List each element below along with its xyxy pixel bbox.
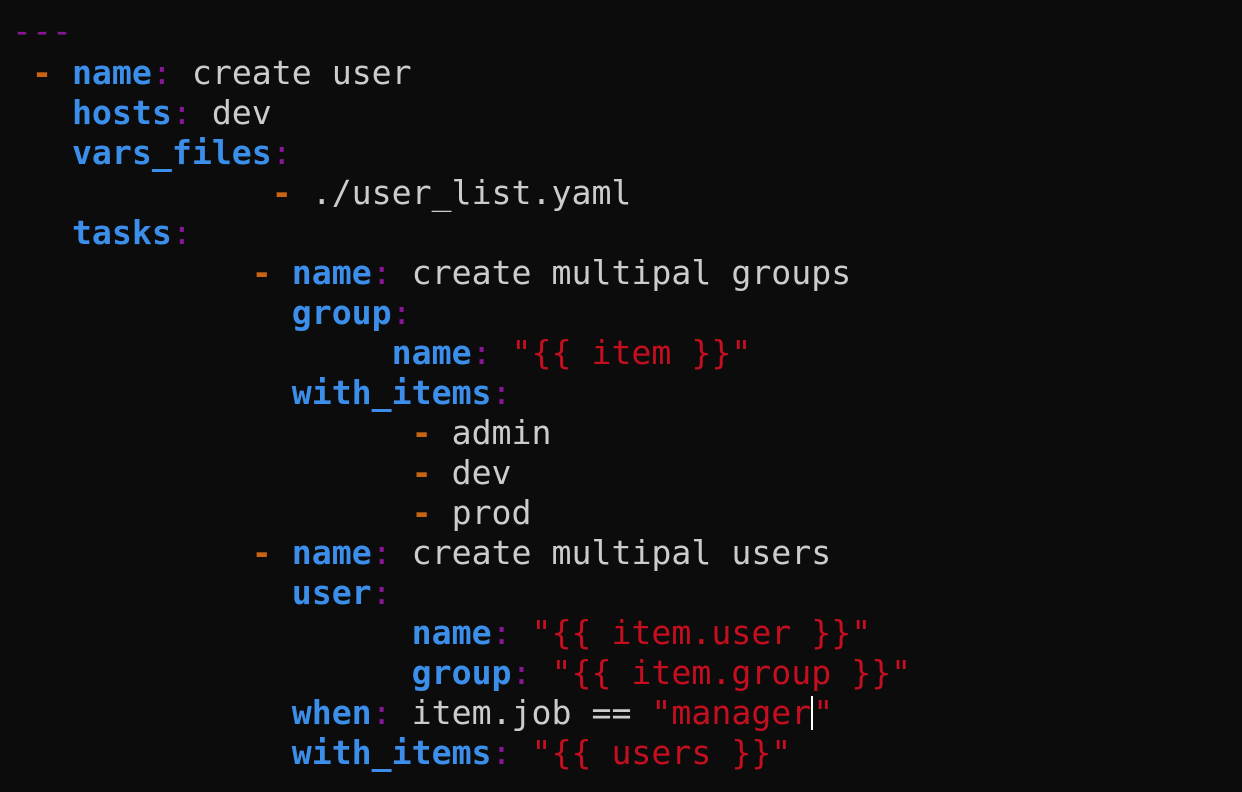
code-line[interactable]: vars_files: <box>12 133 292 173</box>
code-line[interactable]: user: <box>12 573 392 613</box>
yaml-key: vars_files <box>71 133 272 172</box>
list-dash: - <box>271 173 292 212</box>
document-start-text: --- <box>12 11 72 50</box>
yaml-value: prod <box>451 493 532 532</box>
colon: : <box>371 253 392 292</box>
yaml-value: dev <box>211 93 272 132</box>
list-dash: - <box>251 533 272 572</box>
colon: : <box>371 533 392 572</box>
yaml-value: create multipal users <box>411 533 832 572</box>
yaml-key: group <box>291 293 392 332</box>
yaml-value: ./user_list.yaml <box>311 173 632 212</box>
empty-line-tilde: ~ <box>12 779 32 792</box>
yaml-key: user <box>291 573 372 612</box>
list-dash: - <box>251 253 272 292</box>
yaml-key: with_items <box>291 733 492 772</box>
list-dash: - <box>411 453 432 492</box>
colon: : <box>271 133 292 172</box>
code-line[interactable]: - admin <box>12 413 552 453</box>
colon: : <box>511 653 532 692</box>
yaml-key: with_items <box>291 373 492 412</box>
yaml-value: create multipal groups <box>411 253 852 292</box>
code-line[interactable]: name: "{{ item.user }}" <box>12 613 872 653</box>
colon: : <box>151 53 172 92</box>
colon: : <box>471 333 492 372</box>
yaml-key: name <box>291 533 372 572</box>
yaml-key: group <box>411 653 512 692</box>
yaml-key: name <box>391 333 472 372</box>
list-dash: - <box>31 53 52 92</box>
code-line[interactable]: group: <box>12 293 412 333</box>
yaml-value: create user <box>191 53 412 92</box>
colon: : <box>371 693 392 732</box>
code-line[interactable]: group: "{{ item.group }}" <box>12 653 912 693</box>
code-line[interactable]: - prod <box>12 493 532 533</box>
yaml-key: name <box>411 613 492 652</box>
code-line[interactable]: - ./user_list.yaml <box>12 173 632 213</box>
yaml-key: hosts <box>71 93 172 132</box>
code-line[interactable]: when: item.job == "manager" <box>12 693 834 733</box>
list-dash: - <box>411 493 432 532</box>
yaml-value: item.job == <box>411 693 652 732</box>
list-dash: - <box>411 413 432 452</box>
yaml-key: tasks <box>71 213 172 252</box>
yaml-key: name <box>71 53 152 92</box>
colon: : <box>371 573 392 612</box>
colon: : <box>391 293 412 332</box>
yaml-value: dev <box>451 453 512 492</box>
code-line[interactable]: - name: create user <box>12 53 412 93</box>
yaml-value: admin <box>451 413 552 452</box>
yaml-string: "{{ item.group }}" <box>551 653 912 692</box>
colon: : <box>491 613 512 652</box>
code-line[interactable]: - name: create multipal groups <box>12 253 851 293</box>
code-line[interactable]: with_items: "{{ users }}" <box>12 733 792 773</box>
colon: : <box>491 733 512 772</box>
colon: : <box>171 93 192 132</box>
document-start-marker: --- <box>12 11 72 51</box>
yaml-string: "{{ item }}" <box>511 333 752 372</box>
code-line[interactable]: - dev <box>12 453 512 493</box>
yaml-key: name <box>291 253 372 292</box>
yaml-string: "{{ item.user }}" <box>531 613 872 652</box>
yaml-string: "{{ users }}" <box>531 733 792 772</box>
yaml-editor[interactable]: --- - name: create user hosts: dev vars_… <box>0 0 1242 792</box>
colon: : <box>491 373 512 412</box>
yaml-key: when <box>291 693 372 732</box>
code-line[interactable]: with_items: <box>12 373 512 413</box>
yaml-string: "manager <box>651 693 812 732</box>
code-line[interactable]: - name: create multipal users <box>12 533 831 573</box>
code-line[interactable]: hosts: dev <box>12 93 272 133</box>
colon: : <box>171 213 192 252</box>
yaml-string-end: " <box>813 693 834 732</box>
code-line[interactable]: tasks: <box>12 213 192 253</box>
code-line[interactable]: name: "{{ item }}" <box>12 333 752 373</box>
